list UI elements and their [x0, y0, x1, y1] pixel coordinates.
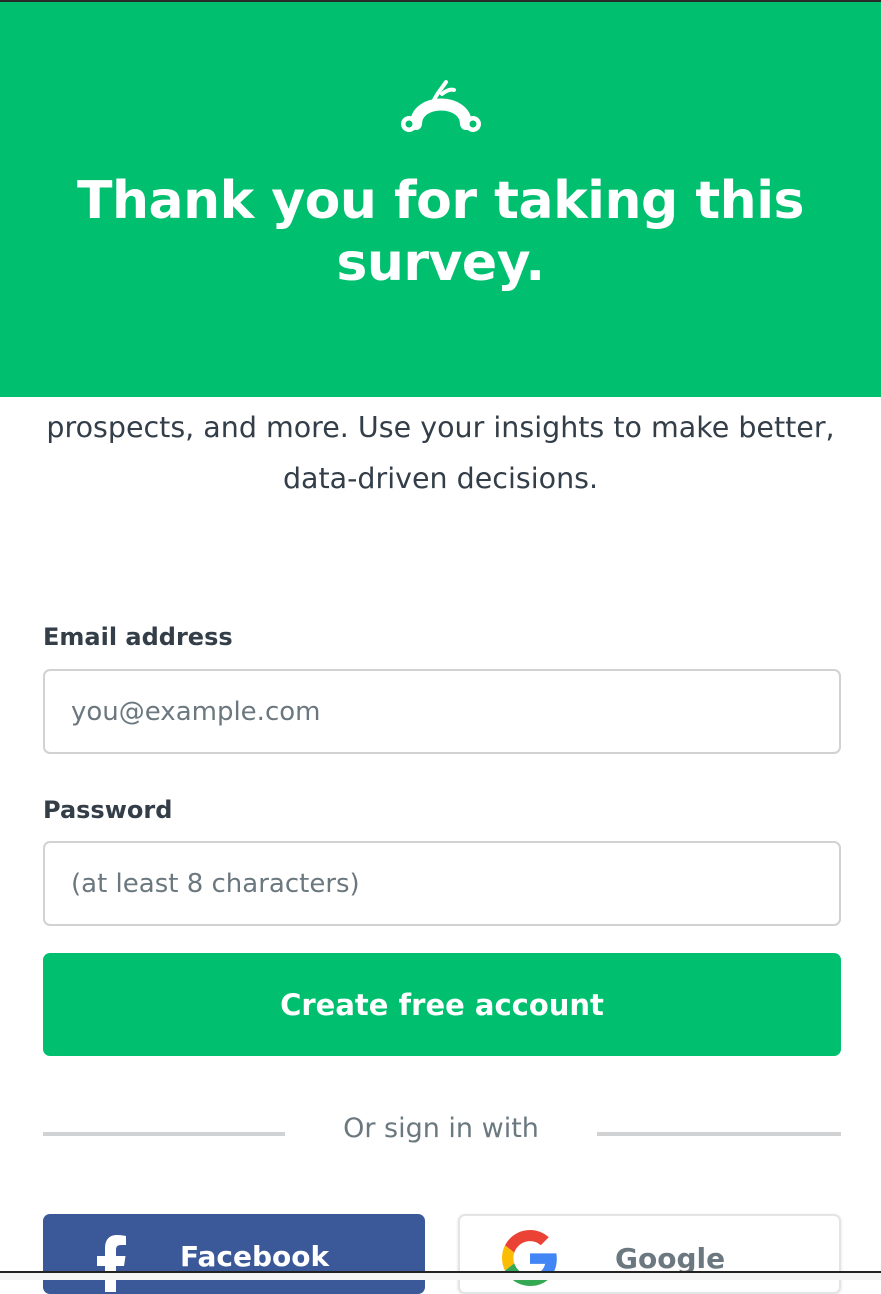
surveymonkey-logo-icon [401, 80, 481, 132]
email-field[interactable] [43, 669, 841, 754]
page-title: Thank you for taking this survey. [77, 171, 804, 293]
or-sign-in-with-text: Or sign in with [343, 1113, 539, 1144]
window-bottom-edge [0, 1271, 881, 1280]
divider-line-right [597, 1132, 841, 1136]
password-field[interactable] [43, 841, 841, 926]
create-account-button[interactable]: Create free account [43, 953, 841, 1056]
email-label: Email address [43, 623, 233, 651]
thank-you-banner: Thank you for taking this survey. [0, 2, 881, 397]
facebook-signin-button[interactable]: Facebook [43, 1214, 425, 1294]
facebook-label: Facebook [180, 1240, 330, 1273]
password-label: Password [43, 796, 173, 824]
intro-text: prospects, and more. Use your insights t… [46, 411, 835, 495]
google-signin-button[interactable]: Google [458, 1214, 841, 1294]
facebook-icon [97, 1235, 126, 1292]
divider-line-left [43, 1132, 285, 1136]
